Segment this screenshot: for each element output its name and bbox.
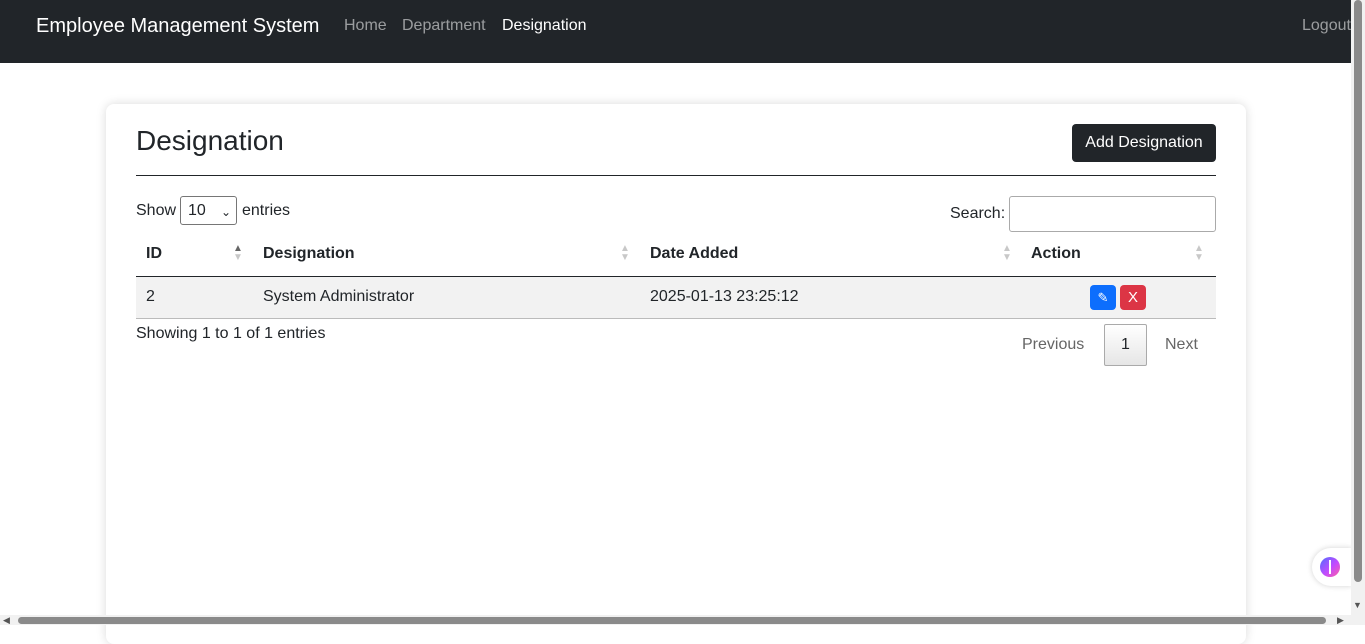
pencil-icon: ✎ [1097, 290, 1109, 305]
scroll-left-arrow-icon[interactable]: ◀ [3, 615, 10, 626]
column-header-date-added[interactable]: Date Added [650, 245, 738, 263]
edit-button[interactable]: ✎ [1090, 285, 1116, 310]
entries-label: entries [242, 202, 291, 219]
title-divider [136, 175, 1216, 176]
vertical-scrollbar-thumb[interactable] [1354, 0, 1362, 582]
scroll-right-arrow-icon[interactable]: ▶ [1337, 615, 1344, 626]
cell-date-added: 2025-01-13 23:25:12 [650, 288, 799, 305]
search-label: Search: [950, 205, 1006, 222]
brain-icon [1320, 557, 1340, 577]
show-label: Show [136, 202, 177, 219]
horizontal-scrollbar-thumb[interactable] [18, 617, 1326, 624]
cell-designation: System Administrator [263, 288, 415, 305]
add-designation-button[interactable]: Add Designation [1072, 124, 1216, 162]
scroll-down-arrow-icon[interactable]: ▼ [1353, 600, 1362, 610]
sort-icon: ▲ ▼ [620, 243, 630, 263]
horizontal-scrollbar[interactable]: ◀ ▶ [0, 615, 1351, 625]
page-length-value: 10 [188, 202, 206, 219]
delete-button[interactable]: X [1120, 285, 1146, 310]
pagination-next[interactable]: Next [1165, 336, 1198, 354]
vertical-scrollbar[interactable]: ▼ [1351, 0, 1365, 625]
column-header-designation[interactable]: Designation [263, 245, 355, 263]
delete-label: X [1127, 289, 1138, 306]
column-header-id[interactable]: ID [146, 245, 162, 263]
navbar-brand[interactable]: Employee Management System [36, 15, 319, 38]
assistant-widget[interactable] [1312, 548, 1352, 586]
sort-icon: ▲ ▼ [1002, 243, 1012, 263]
nav-link-department[interactable]: Department [402, 17, 486, 35]
top-navbar: Employee Management System Home Departme… [0, 0, 1351, 63]
column-header-action[interactable]: Action [1031, 245, 1081, 263]
cell-id: 2 [146, 288, 155, 305]
page-length-select[interactable]: 10 ⌄ [180, 196, 237, 225]
table-info: Showing 1 to 1 of 1 entries [136, 325, 326, 342]
nav-link-designation[interactable]: Designation [502, 17, 587, 35]
sort-asc-icon: ▲ ▼ [233, 243, 243, 263]
search-input[interactable] [1009, 196, 1216, 232]
designation-card: Designation Add Designation Show 10 ⌄ en… [106, 104, 1246, 644]
pagination-previous[interactable]: Previous [1022, 336, 1084, 354]
sort-icon: ▲ ▼ [1194, 243, 1204, 263]
pagination-page-1[interactable]: 1 [1104, 324, 1147, 366]
logout-link[interactable]: Logout [1302, 17, 1351, 35]
nav-link-home[interactable]: Home [344, 17, 387, 35]
chevron-down-icon: ⌄ [220, 205, 231, 219]
page-title: Designation [136, 125, 284, 156]
